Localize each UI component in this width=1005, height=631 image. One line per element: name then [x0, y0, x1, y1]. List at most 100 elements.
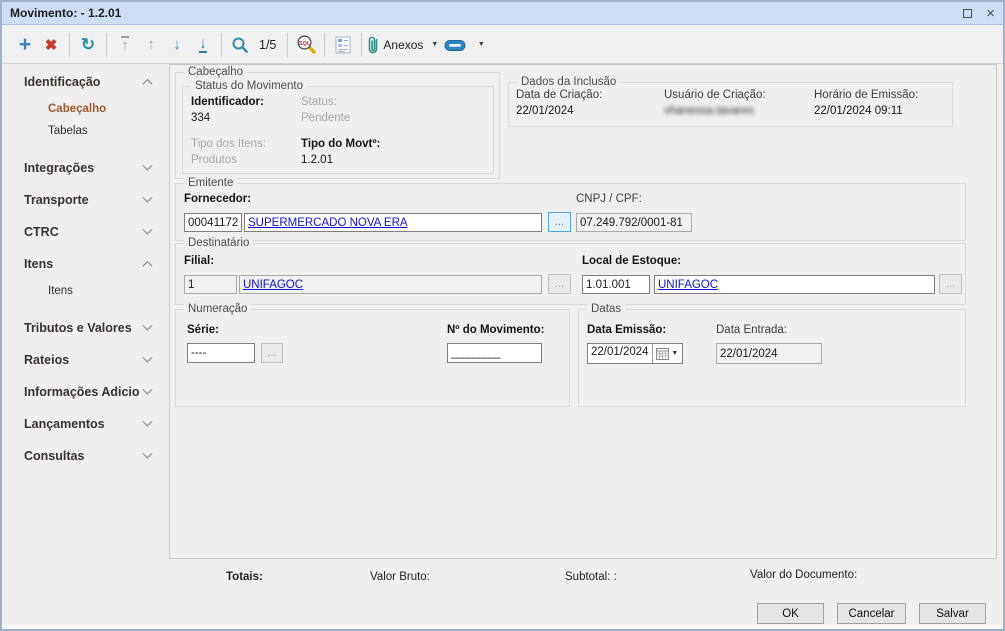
horario-emissao-label: Horário de Emissão: [814, 89, 919, 101]
bottom-strip [2, 625, 1003, 629]
chevron-down-icon [142, 384, 153, 395]
filial-name-field: UNIFAGOC [239, 275, 542, 294]
num-movimento-input[interactable]: _________ [447, 343, 542, 363]
chevron-down-icon [142, 224, 153, 235]
emitente-group: Emitente Fornecedor: 00041172 SUPERMERCA… [175, 176, 966, 241]
numeracao-group: Numeração Série: ---- ... Nº do Moviment… [175, 302, 570, 407]
identificador-value: 334 [191, 112, 211, 124]
datas-group: Datas Data Emissão: 22/01/2024 ▼ Data En… [578, 302, 966, 407]
title-bar: Movimento: - 1.2.01 × [2, 2, 1003, 25]
anexos-button[interactable]: Anexos ▼ [367, 31, 442, 59]
sidebar-section-rateios[interactable]: Rateios [2, 344, 169, 376]
close-icon[interactable]: × [986, 6, 995, 21]
report-button[interactable] [330, 31, 356, 59]
dados-inclusao-title: Dados da Inclusão [517, 75, 621, 89]
delete-record-button[interactable]: ✖ [38, 31, 64, 59]
plus-icon: + [18, 33, 32, 56]
previous-record-icon: ↑ [147, 36, 155, 53]
save-button[interactable]: Salvar [919, 603, 986, 624]
filial-link[interactable]: UNIFAGOC [243, 279, 303, 291]
next-record-button[interactable]: ↓ [164, 31, 190, 59]
sidebar-section-itens[interactable]: Itens [2, 248, 169, 280]
local-estoque-code-input[interactable]: 1.01.001 [582, 275, 650, 294]
sidebar-section-label: Tributos e Valores [24, 321, 132, 335]
serie-input[interactable]: ---- [187, 343, 255, 363]
local-estoque-lookup-button[interactable]: ... [939, 274, 962, 294]
sidebar-section-label: Consultas [24, 449, 85, 463]
sidebar-section-consultas[interactable]: Consultas [2, 440, 169, 472]
record-counter: 1/5 [259, 37, 277, 52]
last-record-button[interactable]: ↓ [190, 31, 216, 59]
usuario-criacao-label: Usuário de Criação: [664, 89, 766, 101]
sidebar-section-label: Itens [24, 257, 54, 271]
sidebar-section-label: Rateios [24, 353, 70, 367]
toolbar-separator [221, 32, 222, 57]
anexos-dropdown-icon: ▼ [431, 41, 439, 48]
sidebar-item-cabecalho[interactable]: Cabeçalho [2, 98, 169, 120]
sql-search-button[interactable]: SQL [293, 31, 319, 59]
svg-text:SQL: SQL [299, 41, 311, 47]
fornecedor-name-input[interactable]: SUPERMERCADO NOVA ERA [244, 213, 542, 232]
refresh-button[interactable]: ↻ [75, 31, 101, 59]
status-label: Status: [301, 96, 337, 108]
toolbar-separator [106, 32, 107, 57]
tipo-itens-label: Tipo dos Itens: [191, 138, 267, 150]
destinatario-group: Destinatário Filial: 1 UNIFAGOC ... Loca… [175, 236, 966, 305]
sidebar-section-tributos[interactable]: Tributos e Valores [2, 312, 169, 344]
local-estoque-link[interactable]: UNIFAGOC [658, 279, 718, 291]
status-group-title: Status do Movimento [191, 79, 308, 93]
movimento-window: Movimento: - 1.2.01 × + ✖ ↻ ↑ ↑ ↓ ↓ 1/5 … [0, 0, 1005, 631]
fornecedor-lookup-button[interactable]: ... [548, 212, 571, 232]
sidebar-section-label: CTRC [24, 225, 59, 239]
window-controls: × [963, 6, 995, 21]
ok-button[interactable]: OK [757, 603, 824, 624]
data-emissao-calendar-button[interactable]: ▼ [651, 344, 682, 363]
data-criacao-label: Data de Criação: [516, 89, 603, 101]
chevron-down-icon [142, 448, 153, 459]
sidebar-section-integracoes[interactable]: Integrações [2, 152, 169, 184]
horario-emissao-value: 22/01/2024 09:11 [814, 105, 903, 117]
print-dropdown-icon: ▼ [477, 41, 485, 48]
sidebar-section-ctrc[interactable]: CTRC [2, 216, 169, 248]
next-record-icon: ↓ [173, 36, 181, 53]
data-emissao-value[interactable]: 22/01/2024 [588, 344, 652, 363]
sidebar-item-itens[interactable]: Itens [2, 280, 169, 302]
filial-lookup-button[interactable]: ... [548, 274, 571, 294]
first-record-button[interactable]: ↑ [112, 31, 138, 59]
sidebar-section-identificacao[interactable]: Identificação [2, 66, 169, 98]
search-button[interactable] [227, 31, 253, 59]
local-estoque-name-input[interactable]: UNIFAGOC [654, 275, 935, 294]
serie-label: Série: [187, 324, 219, 336]
dados-inclusao-group: Dados da Inclusão Data de Criação: 22/01… [508, 75, 953, 127]
sidebar-section-transporte[interactable]: Transporte [2, 184, 169, 216]
sidebar-section-informacoes-adicionais[interactable]: Informações Adicio [2, 376, 169, 408]
chevron-down-icon [142, 416, 153, 427]
main-panel: Cabeçalho Status do Movimento Identifica… [169, 64, 997, 559]
paperclip-icon [369, 36, 378, 53]
print-dropdown-button[interactable]: ▼ [468, 31, 494, 59]
status-value: Pendente [301, 112, 351, 124]
sidebar-children-identificacao: Cabeçalho Tabelas [2, 98, 169, 142]
data-emissao-datepicker[interactable]: 22/01/2024 ▼ [587, 343, 683, 364]
emitente-group-title: Emitente [184, 176, 238, 190]
fornecedor-link[interactable]: SUPERMERCADO NOVA ERA [248, 217, 408, 229]
refresh-icon: ↻ [80, 34, 96, 54]
cancel-button[interactable]: Cancelar [837, 603, 906, 624]
fornecedor-label: Fornecedor: [184, 193, 252, 205]
serie-lookup-button[interactable]: ... [261, 343, 283, 363]
sidebar-item-tabelas[interactable]: Tabelas [2, 120, 169, 142]
chevron-down-icon [142, 192, 153, 203]
status-movimento-group: Status do Movimento Identificador: 334 S… [182, 79, 494, 174]
previous-record-button[interactable]: ↑ [138, 31, 164, 59]
chevron-down-icon [142, 320, 153, 331]
subtotal-label: Subtotal: : [565, 571, 617, 583]
add-record-button[interactable]: + [12, 31, 38, 59]
sidebar-section-label: Transporte [24, 193, 89, 207]
identificador-label: Identificador: [191, 96, 264, 108]
maximize-icon[interactable] [963, 8, 973, 18]
filial-code-field: 1 [184, 275, 237, 294]
tipo-movto-label: Tipo do Movtº: [301, 138, 381, 150]
sidebar-section-lancamentos[interactable]: Lançamentos [2, 408, 169, 440]
print-button[interactable] [442, 31, 468, 59]
fornecedor-code-input[interactable]: 00041172 [184, 213, 242, 232]
